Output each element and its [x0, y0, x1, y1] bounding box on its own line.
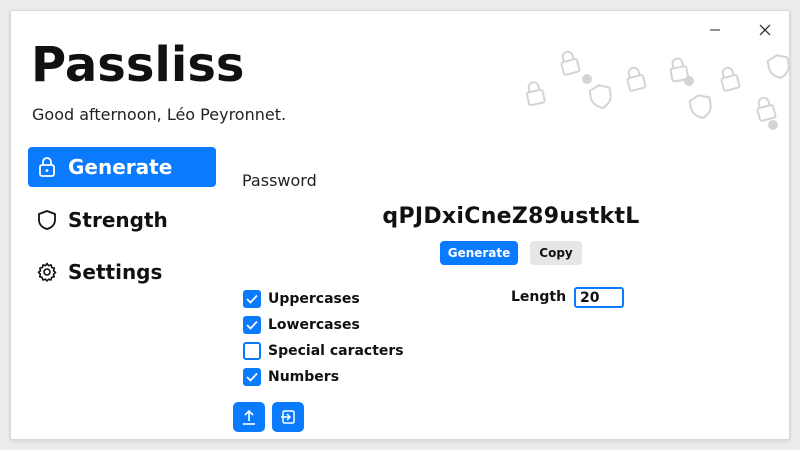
- greeting-text: Good afternoon, Léo Peyronnet.: [32, 105, 287, 124]
- option-label: Numbers: [268, 369, 340, 385]
- numbers-checkbox[interactable]: [243, 368, 261, 386]
- gear-icon: [36, 261, 58, 283]
- option-label: Uppercases: [268, 291, 360, 307]
- decor-lock-icon: [526, 81, 546, 107]
- decor-lock-icon: [626, 66, 647, 92]
- close-button[interactable]: [747, 19, 783, 41]
- nav-label: Settings: [68, 260, 163, 284]
- decor-lock-icon: [720, 66, 741, 92]
- option-special-characters[interactable]: Special caracters: [243, 340, 404, 362]
- lowercases-checkbox[interactable]: [243, 316, 261, 334]
- shield-icon: [36, 209, 58, 231]
- length-label: Length: [511, 289, 567, 305]
- minimize-icon: [710, 29, 720, 31]
- decorative-pattern: [526, 50, 790, 130]
- decor-shield-icon: [588, 84, 612, 109]
- app-window: Passliss Good afternoon, Léo Peyronnet. …: [10, 10, 790, 440]
- option-lowercases[interactable]: Lowercases: [243, 314, 360, 336]
- uppercases-checkbox[interactable]: [243, 290, 261, 308]
- check-icon: [246, 320, 258, 330]
- nav-item-generate[interactable]: Generate: [28, 147, 216, 187]
- export-button[interactable]: [272, 402, 304, 432]
- nav-label: Strength: [68, 208, 168, 232]
- nav-item-strength[interactable]: Strength: [28, 200, 216, 240]
- special-characters-checkbox[interactable]: [243, 342, 261, 360]
- export-icon: [281, 410, 295, 424]
- length-input[interactable]: [574, 287, 624, 308]
- decor-shield-icon: [688, 94, 712, 119]
- check-icon: [246, 294, 258, 304]
- generate-button[interactable]: Generate: [440, 241, 518, 265]
- decor-shield-icon: [766, 54, 790, 79]
- minimize-button[interactable]: [697, 19, 733, 41]
- app-title: Passliss: [31, 37, 245, 93]
- decor-lock-icon: [560, 50, 581, 76]
- nav-item-settings[interactable]: Settings: [28, 252, 216, 292]
- option-numbers[interactable]: Numbers: [243, 366, 339, 388]
- upload-icon: [243, 409, 255, 425]
- password-label: Password: [242, 171, 317, 190]
- check-icon: [246, 372, 258, 382]
- copy-button[interactable]: Copy: [530, 241, 582, 265]
- option-label: Special caracters: [268, 343, 404, 359]
- close-icon: [759, 24, 771, 36]
- password-value[interactable]: qPJDxiCneZ89ustktL: [241, 204, 781, 229]
- lock-icon: [36, 156, 58, 178]
- decor-lock-icon: [756, 96, 777, 122]
- nav-label: Generate: [68, 155, 173, 179]
- option-label: Lowercases: [268, 317, 360, 333]
- option-uppercases[interactable]: Uppercases: [243, 288, 360, 310]
- upload-button[interactable]: [233, 402, 265, 432]
